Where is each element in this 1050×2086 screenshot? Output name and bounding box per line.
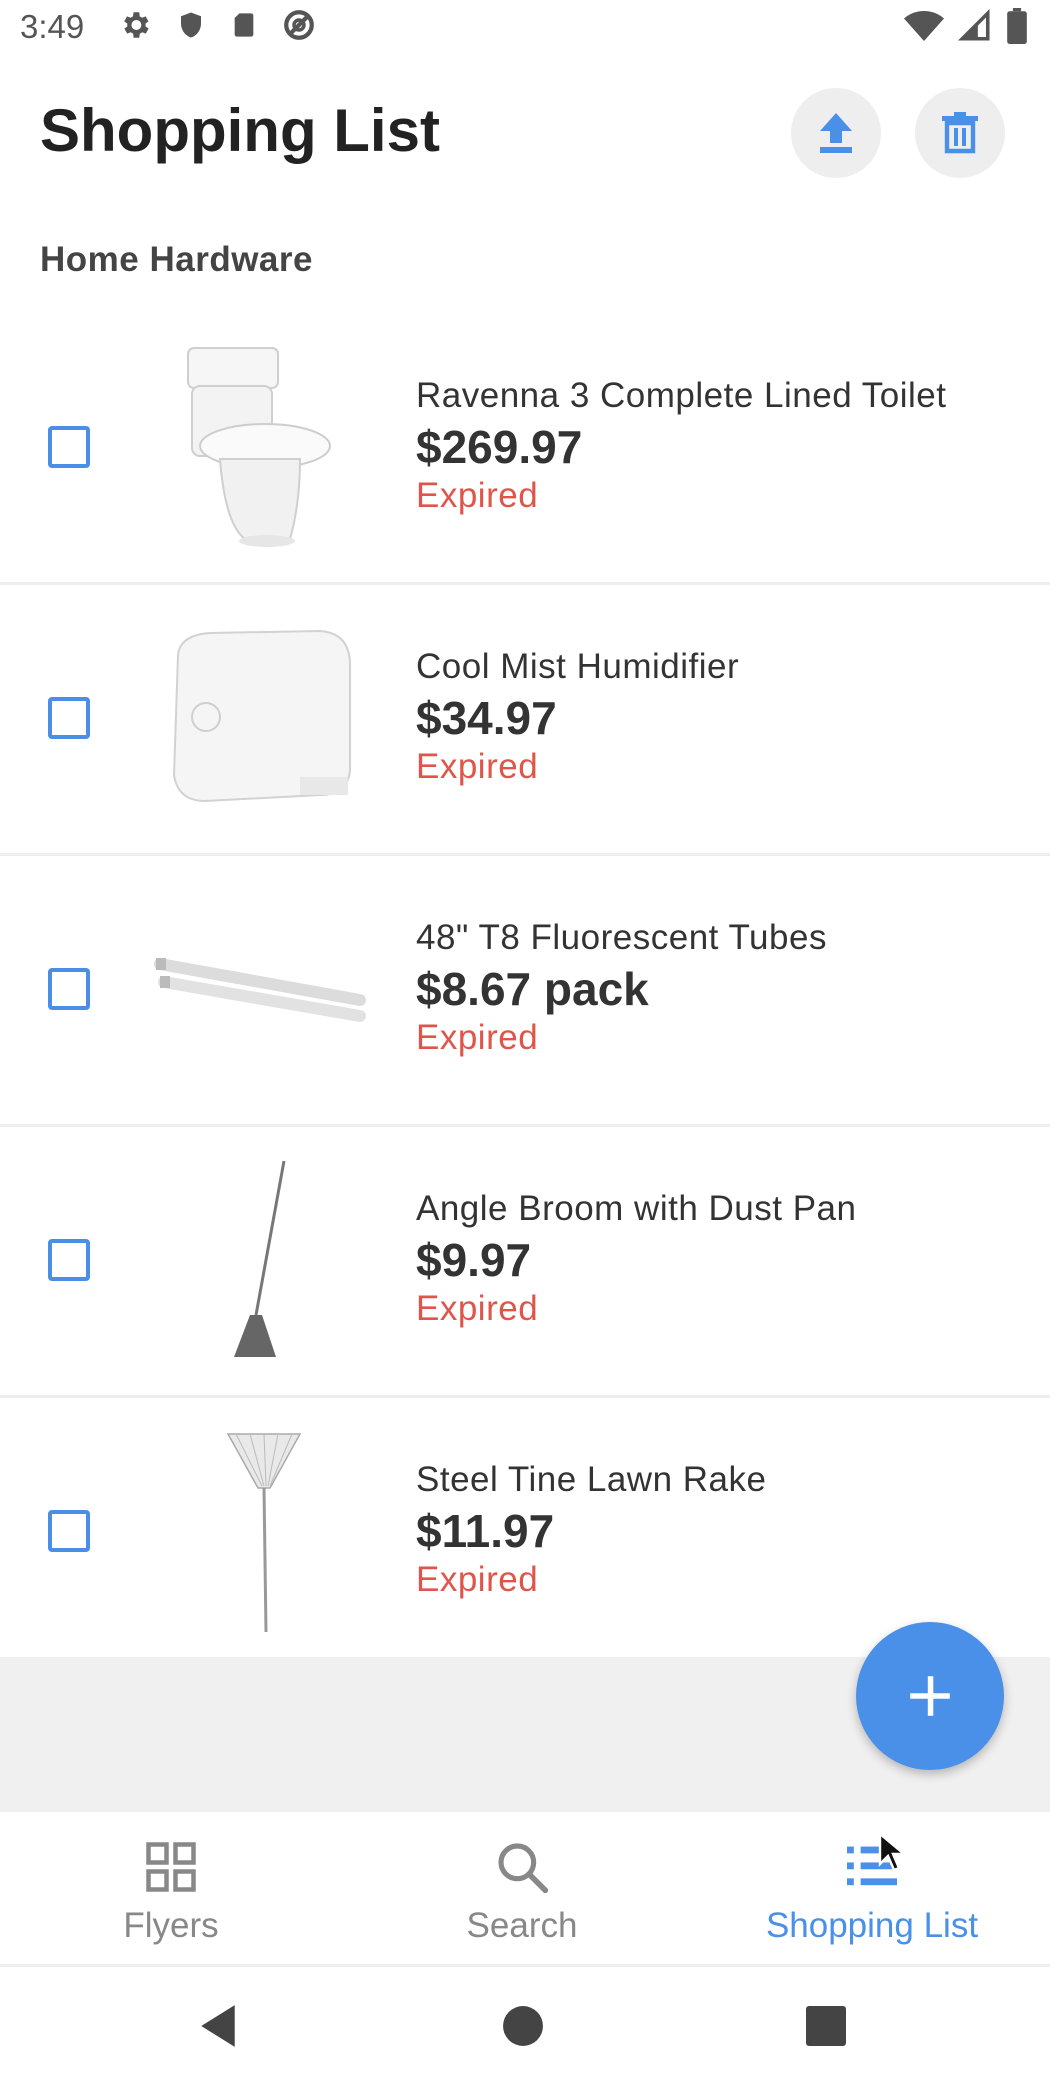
item-name: Steel Tine Lawn Rake xyxy=(416,1460,767,1499)
status-system-icons xyxy=(904,8,1028,44)
item-checkbox[interactable] xyxy=(48,697,90,739)
system-home-button[interactable] xyxy=(491,1994,555,2058)
item-price: $8.67 pack xyxy=(416,963,649,1015)
item-status: Expired xyxy=(416,1560,539,1599)
item-checkbox[interactable] xyxy=(48,1510,90,1552)
plus-icon xyxy=(910,1676,950,1716)
trash-icon xyxy=(942,112,978,154)
bottom-navigation: Flyers Search Shopping List xyxy=(0,1812,1050,1967)
battery-icon xyxy=(1007,8,1027,44)
list-item[interactable]: Cool Mist Humidifier $34.97 Expired xyxy=(0,585,1050,856)
item-name: Ravenna 3 Complete Lined Toilet xyxy=(416,376,947,415)
store-section-title: Home Hardware xyxy=(40,240,313,279)
do-not-disturb-icon xyxy=(284,10,314,40)
mouse-cursor-icon xyxy=(878,1832,906,1872)
status-time: 3:49 xyxy=(20,8,85,45)
item-status: Expired xyxy=(416,1018,539,1057)
humidifier-image xyxy=(172,629,351,803)
nav-flyers[interactable]: Flyers xyxy=(21,1836,321,1946)
status-bar: 3:49 xyxy=(0,0,1050,56)
shopping-list: Ravenna 3 Complete Lined Toilet $269.97 … xyxy=(0,314,1050,1669)
system-back-button[interactable] xyxy=(186,1994,250,2058)
cell-signal-icon xyxy=(958,9,990,41)
item-info: Angle Broom with Dust Pan $9.97 Expired xyxy=(416,1189,856,1329)
search-icon xyxy=(498,1843,549,1894)
item-name: Cool Mist Humidifier xyxy=(416,647,740,686)
add-item-button[interactable] xyxy=(856,1622,1004,1770)
status-notification-icons xyxy=(118,8,316,42)
upload-icon xyxy=(820,113,852,153)
broom-image xyxy=(234,1160,286,1357)
nav-search-label: Search xyxy=(466,1906,578,1945)
nav-search[interactable]: Search xyxy=(372,1836,672,1946)
item-checkbox[interactable] xyxy=(48,426,90,468)
recents-square-icon xyxy=(806,2006,846,2046)
list-item[interactable]: Ravenna 3 Complete Lined Toilet $269.97 … xyxy=(0,314,1050,585)
shield-icon xyxy=(181,12,201,38)
item-price: $34.97 xyxy=(416,692,557,744)
item-price: $11.97 xyxy=(416,1505,555,1557)
item-status: Expired xyxy=(416,1289,539,1328)
item-name: Angle Broom with Dust Pan xyxy=(416,1189,857,1228)
list-item[interactable]: Angle Broom with Dust Pan $9.97 Expired xyxy=(0,1127,1050,1398)
wifi-icon xyxy=(904,11,944,41)
lawn-rake-image xyxy=(226,1433,302,1633)
nav-flyers-label: Flyers xyxy=(123,1906,219,1945)
item-info: Ravenna 3 Complete Lined Toilet $269.97 … xyxy=(416,376,946,516)
item-info: Steel Tine Lawn Rake $11.97 Expired xyxy=(416,1460,766,1600)
item-checkbox[interactable] xyxy=(48,1239,90,1281)
item-status: Expired xyxy=(416,476,539,515)
nav-shopping-list[interactable]: Shopping List xyxy=(722,1836,1022,1946)
list-item[interactable]: 48" T8 Fluorescent Tubes $8.67 pack Expi… xyxy=(0,856,1050,1127)
grid-icon xyxy=(146,1842,196,1892)
sd-card-icon xyxy=(234,13,254,37)
upload-button[interactable] xyxy=(791,88,881,178)
item-status: Expired xyxy=(416,747,539,786)
page-title: Shopping List xyxy=(40,97,440,164)
item-price: $269.97 xyxy=(416,421,583,473)
toilet-image xyxy=(187,347,331,547)
system-navigation-bar xyxy=(0,1966,1050,2086)
list-item[interactable]: Steel Tine Lawn Rake $11.97 Expired xyxy=(0,1398,1050,1669)
item-info: 48" T8 Fluorescent Tubes $8.67 pack Expi… xyxy=(416,918,827,1058)
system-recents-button[interactable] xyxy=(794,1994,858,2058)
item-name: 48" T8 Fluorescent Tubes xyxy=(416,918,827,957)
item-checkbox[interactable] xyxy=(48,968,90,1010)
item-price: $9.97 xyxy=(416,1234,532,1286)
item-info: Cool Mist Humidifier $34.97 Expired xyxy=(416,647,739,787)
delete-button[interactable] xyxy=(915,88,1005,178)
settings-icon xyxy=(124,12,149,38)
fluorescent-tubes-image xyxy=(154,958,366,1022)
home-circle-icon xyxy=(503,2006,543,2046)
back-triangle-icon xyxy=(201,2005,235,2047)
nav-shopping-list-label: Shopping List xyxy=(765,1906,979,1945)
